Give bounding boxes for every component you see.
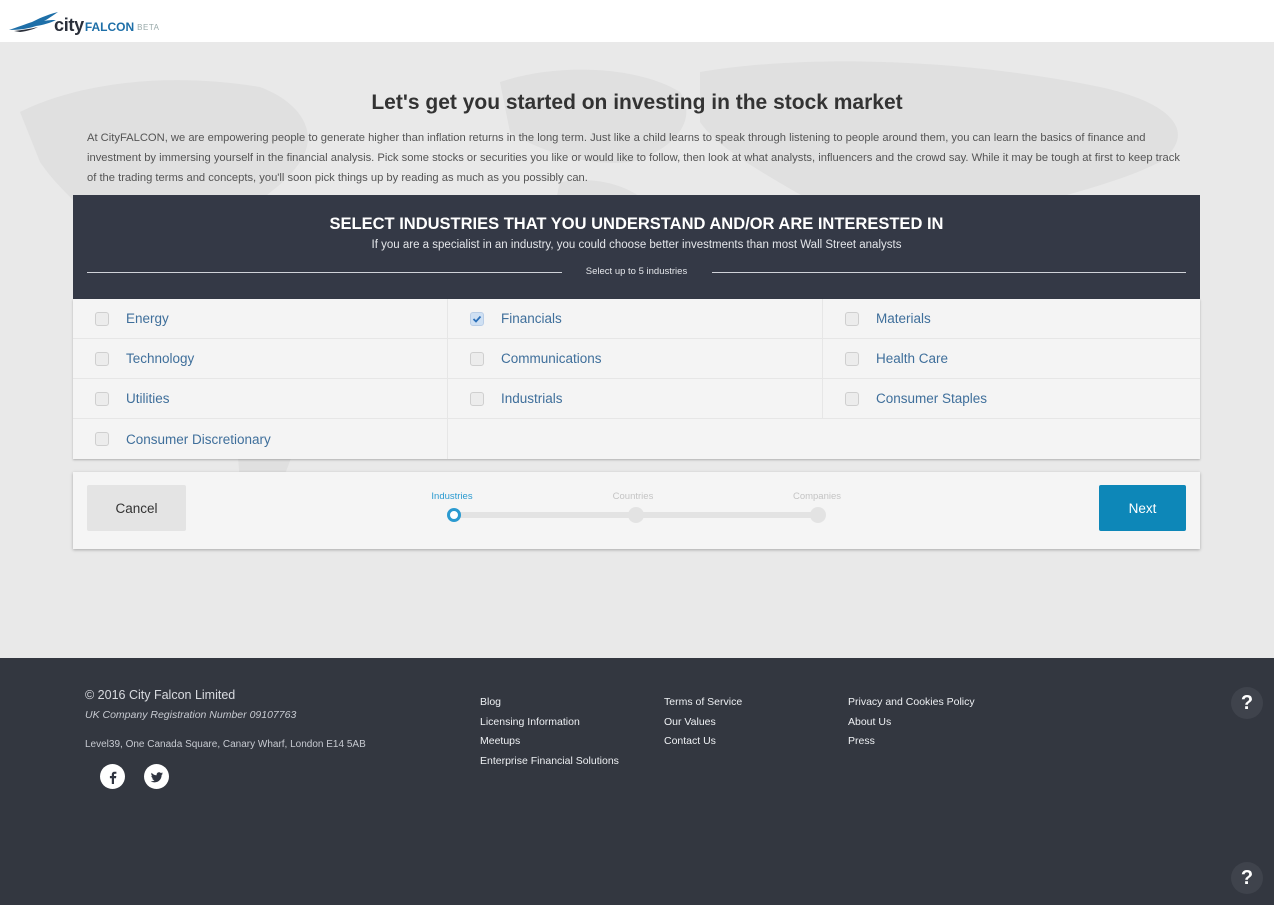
industry-label: Industrials	[501, 391, 563, 406]
industry-label: Consumer Discretionary	[126, 431, 271, 447]
selector-subtitle: If you are a specialist in an industry, …	[371, 239, 902, 251]
industry-option-materials[interactable]: Materials	[823, 299, 1200, 339]
footer-link-enterprise[interactable]: Enterprise Financial Solutions	[480, 752, 619, 772]
main-content: Let's get you started on investing in th…	[0, 42, 1274, 658]
empty-cell	[448, 419, 1200, 459]
checkbox[interactable]	[845, 351, 859, 366]
step-label-countries: Countries	[612, 491, 654, 502]
industry-label: Financials	[501, 311, 562, 326]
logo-falcon-text: FALCON	[84, 20, 135, 34]
divider-right	[712, 272, 1186, 273]
checkbox[interactable]	[95, 432, 109, 446]
checkbox[interactable]	[845, 391, 859, 406]
step-dot-companies	[810, 507, 826, 523]
footer-link-values[interactable]: Our Values	[664, 713, 742, 733]
page-headline: Let's get you started on investing in th…	[371, 91, 903, 114]
checkbox[interactable]	[470, 351, 484, 366]
industry-label: Health Care	[876, 351, 949, 366]
logo-city-text: city	[54, 15, 84, 35]
site-footer: © 2016 City Falcon Limited UK Company Re…	[0, 658, 1274, 905]
footer-links-col2: Terms of Service Our Values Contact Us	[664, 693, 742, 752]
footer-link-blog[interactable]: Blog	[480, 693, 619, 713]
facebook-icon	[109, 771, 116, 784]
facebook-link[interactable]	[100, 764, 125, 789]
wizard-progress: Industries Countries Companies	[418, 488, 841, 528]
twitter-link[interactable]	[144, 764, 169, 789]
step-label-industries: Industries	[431, 491, 473, 502]
step-label-companies: Companies	[792, 491, 842, 502]
checkbox[interactable]	[470, 391, 484, 406]
copyright-text: © 2016 City Falcon Limited	[85, 688, 236, 702]
logo-beta-badge: BETA	[137, 23, 160, 32]
industry-option-health-care[interactable]: Health Care	[823, 339, 1200, 379]
twitter-icon	[150, 771, 163, 782]
industry-label: Utilities	[126, 391, 170, 406]
industry-selector-header: SELECT INDUSTRIES THAT YOU UNDERSTAND AN…	[73, 195, 1200, 299]
wizard-nav-bar: Cancel Industries Countries Companies Ne…	[73, 472, 1200, 549]
industry-label: Materials	[876, 311, 931, 326]
footer-link-about[interactable]: About Us	[848, 713, 975, 733]
step-dot-countries	[628, 507, 644, 523]
step-dot-industries	[447, 508, 461, 522]
check-icon	[472, 315, 482, 323]
industry-option-consumer-discretionary[interactable]: Consumer Discretionary	[73, 419, 448, 459]
footer-links-col3: Privacy and Cookies Policy About Us Pres…	[848, 693, 975, 752]
cancel-button[interactable]: Cancel	[87, 485, 186, 531]
footer-link-privacy[interactable]: Privacy and Cookies Policy	[848, 693, 975, 713]
industry-label: Consumer Staples	[876, 391, 988, 406]
checkbox[interactable]	[845, 311, 859, 326]
footer-link-meetups[interactable]: Meetups	[480, 732, 619, 752]
industry-grid: Energy Financials Materials Technology C…	[73, 299, 1200, 459]
footer-link-contact[interactable]: Contact Us	[664, 732, 742, 752]
intro-paragraph: At CityFALCON, we are empowering people …	[87, 132, 1180, 184]
cityfalcon-logo[interactable]: city FALCON BETA	[8, 6, 159, 36]
industry-option-technology[interactable]: Technology	[73, 339, 448, 379]
checkbox[interactable]	[95, 311, 109, 326]
footer-link-terms[interactable]: Terms of Service	[664, 693, 742, 713]
industry-label: Energy	[126, 311, 169, 326]
next-button[interactable]: Next	[1099, 485, 1186, 531]
selector-title: SELECT INDUSTRIES THAT YOU UNDERSTAND AN…	[329, 215, 944, 233]
industry-option-energy[interactable]: Energy	[73, 299, 448, 339]
industry-option-financials[interactable]: Financials	[448, 299, 823, 339]
industry-option-industrials[interactable]: Industrials	[448, 379, 823, 419]
industry-label: Communications	[501, 351, 602, 366]
industry-option-communications[interactable]: Communications	[448, 339, 823, 379]
industry-option-consumer-staples[interactable]: Consumer Staples	[823, 379, 1200, 419]
company-address: Level39, One Canada Square, Canary Wharf…	[85, 739, 366, 750]
falcon-bird-icon	[9, 12, 58, 32]
checkbox[interactable]	[470, 311, 484, 326]
footer-link-press[interactable]: Press	[848, 732, 975, 752]
company-registration: UK Company Registration Number 09107763	[85, 709, 297, 721]
footer-links-col1: Blog Licensing Information Meetups Enter…	[480, 693, 619, 771]
industry-label: Technology	[126, 351, 195, 366]
checkbox[interactable]	[95, 391, 109, 406]
top-bar: city FALCON BETA	[0, 0, 1274, 42]
footer-link-licensing[interactable]: Licensing Information	[480, 713, 619, 733]
help-button[interactable]: ?	[1231, 862, 1263, 894]
industry-option-utilities[interactable]: Utilities	[73, 379, 448, 419]
checkbox[interactable]	[95, 351, 109, 366]
help-button[interactable]: ?	[1231, 687, 1263, 719]
